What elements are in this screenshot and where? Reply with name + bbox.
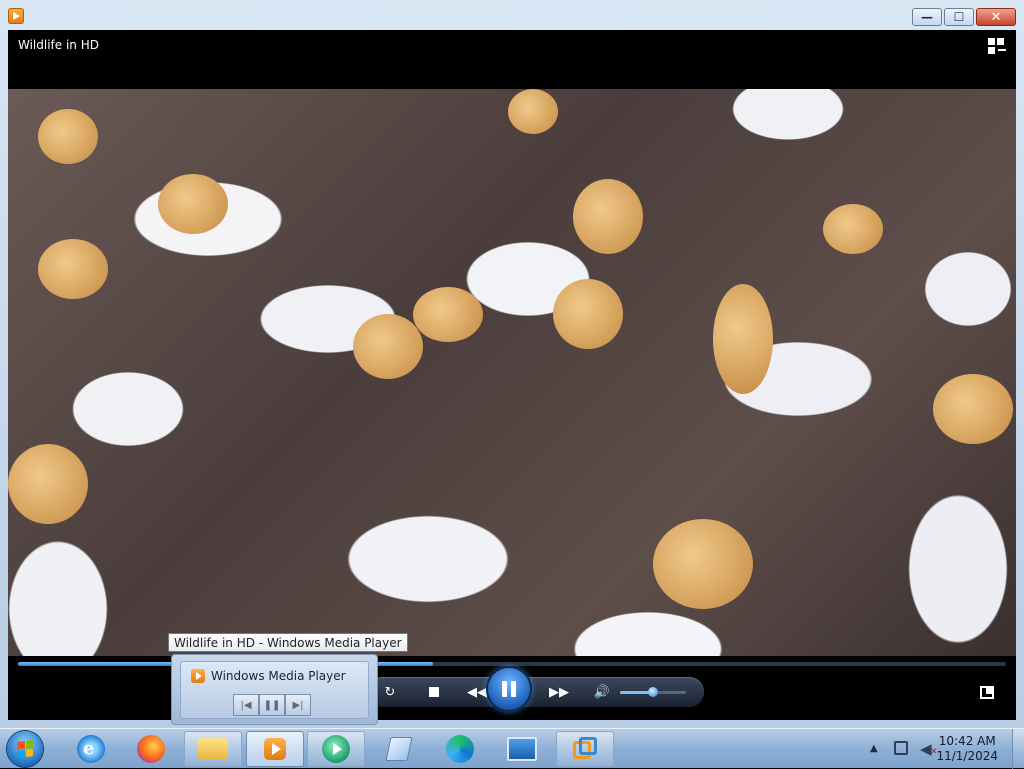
taskbar-vmware[interactable] xyxy=(556,731,614,767)
remote-desktop-icon xyxy=(507,737,537,761)
taskbar-media-center[interactable] xyxy=(307,731,365,767)
taskbar-internet-explorer[interactable]: e xyxy=(62,731,120,767)
volume-slider[interactable] xyxy=(620,687,686,697)
seek-bar[interactable] xyxy=(18,662,1006,666)
vmware-icon xyxy=(571,735,599,763)
gannet-head xyxy=(38,109,98,164)
clock-date: 11/1/2024 xyxy=(936,749,998,763)
title-bar[interactable]: — ☐ ✕ xyxy=(0,0,1024,30)
thumbnail-title: Windows Media Player xyxy=(211,669,346,683)
clock[interactable]: 10:42 AM 11/1/2024 xyxy=(936,734,998,764)
next-track-button[interactable]: ▶| xyxy=(285,694,311,716)
taskbar-windows-media-player[interactable] xyxy=(246,731,304,767)
pause-icon xyxy=(511,681,516,697)
gannet-head xyxy=(158,174,228,234)
previous-track-button[interactable]: |◀ xyxy=(233,694,259,716)
media-player-icon xyxy=(264,738,286,760)
switch-to-library-icon[interactable] xyxy=(988,38,1006,54)
media-center-icon xyxy=(322,735,350,763)
gannet-head xyxy=(508,89,558,134)
gannet-head xyxy=(713,284,773,394)
windows-media-player-icon[interactable] xyxy=(8,8,24,24)
video-area[interactable] xyxy=(8,89,1016,656)
player-client-area: Wildlife in HD ↻ ◀◀ ▶▶ 🔊 xyxy=(8,30,1016,720)
gannet-head xyxy=(653,519,753,609)
folder-icon xyxy=(198,738,228,760)
start-button[interactable] xyxy=(7,731,43,767)
close-button[interactable]: ✕ xyxy=(976,8,1016,26)
gannet-head xyxy=(38,239,108,299)
gannet-head xyxy=(413,287,483,342)
pause-icon xyxy=(502,681,507,697)
fullscreen-icon[interactable] xyxy=(980,686,994,699)
show-desktop-button[interactable] xyxy=(1012,729,1024,769)
gannet-head xyxy=(933,374,1013,444)
window-controls: — ☐ ✕ xyxy=(912,8,1016,26)
taskbar-thumbnail-preview[interactable]: Windows Media Player |◀ ❚❚ ▶| xyxy=(171,654,378,725)
volume-icon[interactable]: 🔊 xyxy=(592,683,612,701)
volume-thumb[interactable] xyxy=(648,687,658,697)
fast-forward-icon[interactable]: ▶▶ xyxy=(546,683,572,701)
taskbar-remote-desktop[interactable] xyxy=(493,731,551,767)
network-icon[interactable] xyxy=(894,741,908,755)
taskbar-firefox[interactable] xyxy=(122,731,180,767)
gannet-head xyxy=(553,279,623,349)
media-title: Wildlife in HD xyxy=(18,38,99,52)
taskbar-notepad[interactable] xyxy=(370,731,428,767)
minimize-button[interactable]: — xyxy=(912,8,942,26)
rewind-icon[interactable]: ◀◀ xyxy=(464,683,490,701)
taskbar-file-explorer[interactable] xyxy=(184,731,242,767)
gannet-head xyxy=(353,314,423,379)
internet-explorer-icon: e xyxy=(77,735,105,763)
media-player-window: — ☐ ✕ Wildlife in HD ↻ ◀◀ ▶▶ 🔊 xyxy=(0,0,1024,728)
pause-button[interactable] xyxy=(488,668,530,710)
taskbar-tooltip: Wildlife in HD - Windows Media Player xyxy=(168,633,408,652)
gannet-head xyxy=(8,444,88,524)
windows-logo-icon xyxy=(17,740,33,758)
notepad-icon xyxy=(385,737,413,761)
clock-time: 10:42 AM xyxy=(938,734,996,748)
gannet-head xyxy=(573,179,643,254)
minimize-icon: — xyxy=(921,10,933,24)
taskbar-edge[interactable] xyxy=(431,731,489,767)
maximize-icon: ☐ xyxy=(953,10,965,24)
windows-media-player-icon xyxy=(191,669,205,683)
edge-icon xyxy=(446,735,474,763)
repeat-icon[interactable]: ↻ xyxy=(380,683,400,701)
close-icon: ✕ xyxy=(990,9,1002,25)
taskbar: e ▲ ◀ ✕ 10:42 AM 11/1/2024 xyxy=(0,728,1024,769)
firefox-icon xyxy=(137,735,165,763)
thumbnail-toolbar: |◀ ❚❚ ▶| xyxy=(233,694,311,716)
gannet-head xyxy=(823,204,883,254)
thumb-pause-button[interactable]: ❚❚ xyxy=(259,694,285,716)
show-hidden-icons-icon[interactable]: ▲ xyxy=(870,743,878,754)
thumbnail-frame: Windows Media Player |◀ ❚❚ ▶| xyxy=(180,661,369,719)
stop-button[interactable] xyxy=(424,683,444,701)
maximize-button[interactable]: ☐ xyxy=(944,8,974,26)
